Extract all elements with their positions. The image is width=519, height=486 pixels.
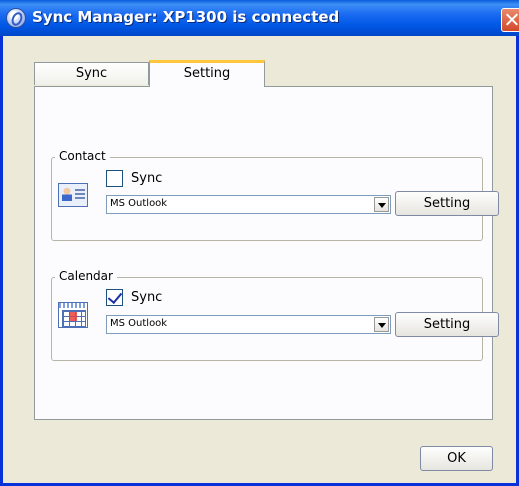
window-title: Sync Manager: XP1300 is connected xyxy=(32,8,340,26)
contact-group-label: Contact xyxy=(55,149,110,163)
contact-app-value: MS Outlook xyxy=(110,198,168,209)
calendar-sync-checkbox[interactable] xyxy=(106,288,123,306)
contact-card-icon xyxy=(58,183,88,207)
ok-button[interactable]: OK xyxy=(420,446,493,471)
close-button[interactable] xyxy=(501,8,519,32)
calendar-sync-label: Sync xyxy=(131,290,163,305)
tab-sync[interactable]: Sync xyxy=(34,62,149,85)
chevron-down-icon[interactable] xyxy=(374,197,389,212)
contact-sync-label: Sync xyxy=(131,171,163,186)
title-bar[interactable]: Sync Manager: XP1300 is connected xyxy=(0,0,519,36)
sync-manager-window: Sync Manager: XP1300 is connected Sync S… xyxy=(0,0,519,486)
calendar-app-select[interactable]: MS Outlook xyxy=(106,315,391,334)
contact-app-select[interactable]: MS Outlook xyxy=(106,195,391,214)
tab-setting[interactable]: Setting xyxy=(149,60,265,87)
contact-sync-checkbox[interactable] xyxy=(106,170,123,187)
calendar-app-value: MS Outlook xyxy=(110,318,168,329)
app-logo-icon xyxy=(6,8,26,28)
calendar-icon xyxy=(58,302,88,328)
calendar-setting-button[interactable]: Setting xyxy=(395,312,499,337)
chevron-down-icon[interactable] xyxy=(374,317,389,332)
setting-panel: Contact Sync MS Outlook Setting Calendar… xyxy=(34,86,499,420)
contact-setting-button[interactable]: Setting xyxy=(395,191,499,216)
calendar-group-label: Calendar xyxy=(55,269,117,283)
